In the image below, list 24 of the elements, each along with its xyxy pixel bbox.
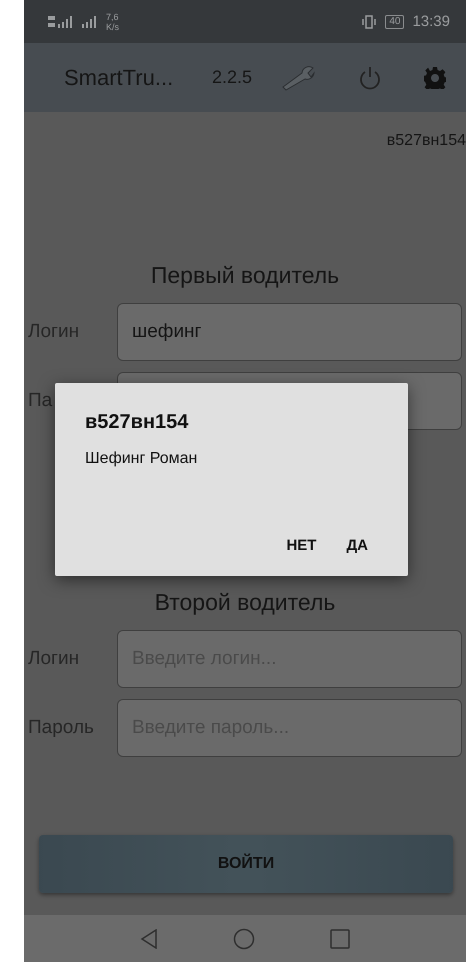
input-field[interactable]: шефинг xyxy=(117,303,462,361)
dialog-button[interactable]: НЕТ xyxy=(276,529,326,562)
settings-icon[interactable] xyxy=(424,66,446,88)
speed-value: 7,6 xyxy=(106,12,120,22)
vibrate-icon xyxy=(361,14,378,28)
signal-icon xyxy=(48,16,74,28)
recents-icon[interactable] xyxy=(330,928,350,948)
dialog-message: Шефинг Роман xyxy=(85,450,198,468)
signal-icon xyxy=(82,16,98,28)
battery-level: 40 xyxy=(385,14,404,28)
section-heading: Первый водитель xyxy=(150,262,340,289)
clock-time: 13:39 xyxy=(412,13,450,30)
power-icon[interactable] xyxy=(358,64,382,90)
vehicle-number: в527вн154 xyxy=(386,132,466,150)
home-icon[interactable] xyxy=(233,928,255,950)
app-version: 2.2.5 xyxy=(212,67,254,88)
speed-unit: K/s xyxy=(106,22,120,32)
app-title: SmartTru... xyxy=(64,64,174,90)
back-icon[interactable] xyxy=(140,928,158,948)
section-heading: Второй водитель xyxy=(154,589,336,616)
wrench-icon[interactable] xyxy=(280,64,316,90)
dialog-button[interactable]: ДА xyxy=(336,529,378,562)
login-button[interactable]: ВОЙТИ xyxy=(39,835,453,893)
dialog-title: в527вн154 xyxy=(85,411,190,434)
